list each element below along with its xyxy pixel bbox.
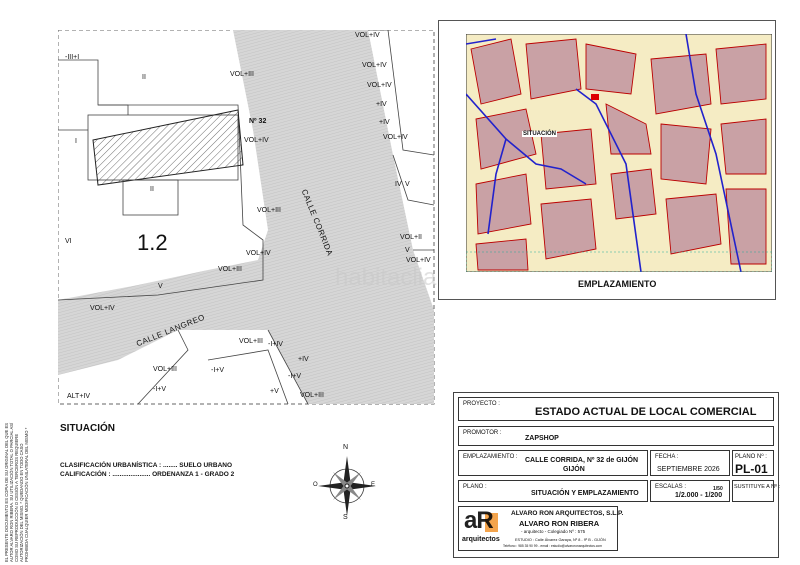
escalas-cell: ESCALAS : 1/50 1/2.000 - 1/200 <box>650 480 730 502</box>
plano-n-value: PL-01 <box>735 462 768 476</box>
compass-east: E <box>371 482 376 488</box>
emplazamiento-label: EMPLAZAMIENTO : <box>463 454 518 460</box>
estudio-address: ESTUDIO : Calle Álvarez Garaya, Nº 8 - 9… <box>515 538 606 542</box>
map-situacion-label: SITUACIÓN <box>522 131 557 137</box>
compass-west: O <box>313 482 318 488</box>
proyecto-value: ESTADO ACTUAL DE LOCAL COMERCIAL <box>535 406 757 418</box>
promotor-label: PROMOTOR : <box>463 430 502 436</box>
compass-south: S <box>343 514 348 521</box>
fecha-cell: FECHA : SEPTIEMBRE 2026 <box>650 450 730 476</box>
compass-north: N <box>343 444 349 451</box>
legal-side-note-text: EL PRESENTE DOCUMENTO ES COPIA DE SU ORI… <box>4 422 29 562</box>
site-plan <box>58 30 435 405</box>
plano-value: SITUACIÓN Y EMPLAZAMIENTO <box>531 490 639 497</box>
emplazamiento-caption: EMPLAZAMIENTO <box>578 279 657 289</box>
proyecto-cell: PROYECTO : ESTADO ACTUAL DE LOCAL COMERC… <box>458 397 774 421</box>
fecha-label: FECHA : <box>655 454 679 460</box>
logo-accent <box>485 513 498 532</box>
proyecto-label: PROYECTO : <box>463 401 500 407</box>
architect-name: ALVARO RON RIBERA <box>519 519 600 528</box>
emplazamiento-value: CALLE CORRIDA, Nº 32 de GIJÓN <box>525 457 639 464</box>
emplazamiento-cell: EMPLAZAMIENTO : CALLE CORRIDA, Nº 32 de … <box>458 450 648 476</box>
plano-label: PLANO : <box>463 484 487 490</box>
contacto: Teléfono : 985 35 90 99 - email : estudi… <box>503 544 603 548</box>
clasificacion-text: CLASIFICACIÓN URBANÍSTICA : ........ SUE… <box>60 462 233 469</box>
colegiado: - arquitecto - Colegiado Nº : 575 <box>521 529 586 534</box>
plano-cell: PLANO : SITUACIÓN Y EMPLAZAMIENTO <box>458 480 648 502</box>
promotor-value: ZAPSHOP <box>525 435 559 442</box>
sustituye-label: SUSTITUYE A Nº : <box>734 484 781 490</box>
escalas-label: ESCALAS : <box>655 484 687 490</box>
firm-name: ALVARO RON ARQUITECTOS, S.L.P. <box>511 510 624 517</box>
compass-icon <box>318 456 376 516</box>
legal-side-note: EL PRESENTE DOCUMENTO ES COPIA DE SU ORI… <box>4 422 29 562</box>
firm-cell: aR arquitectos ALVARO RON ARQUITECTOS, S… <box>458 506 623 551</box>
calificacion-text: CALIFICACIÓN : ..................... ORD… <box>60 471 235 478</box>
plano-n-cell: PLANO Nº : PL-01 <box>732 450 774 476</box>
situacion-title: SITUACIÓN <box>60 423 115 434</box>
plano-n-label: PLANO Nº : <box>735 454 767 460</box>
logo-sub: arquitectos <box>462 536 500 543</box>
emplazamiento-map <box>466 34 772 272</box>
escalas-value: 1/2.000 - 1/200 <box>675 492 723 499</box>
title-block: PROYECTO : ESTADO ACTUAL DE LOCAL COMERC… <box>453 392 780 558</box>
sustituye-cell: SUSTITUYE A Nº : <box>732 480 780 502</box>
promotor-cell: PROMOTOR : ZAPSHOP <box>458 426 774 446</box>
emplazamiento-city: GIJÓN <box>563 466 585 473</box>
fecha-value: SEPTIEMBRE 2026 <box>657 466 720 473</box>
